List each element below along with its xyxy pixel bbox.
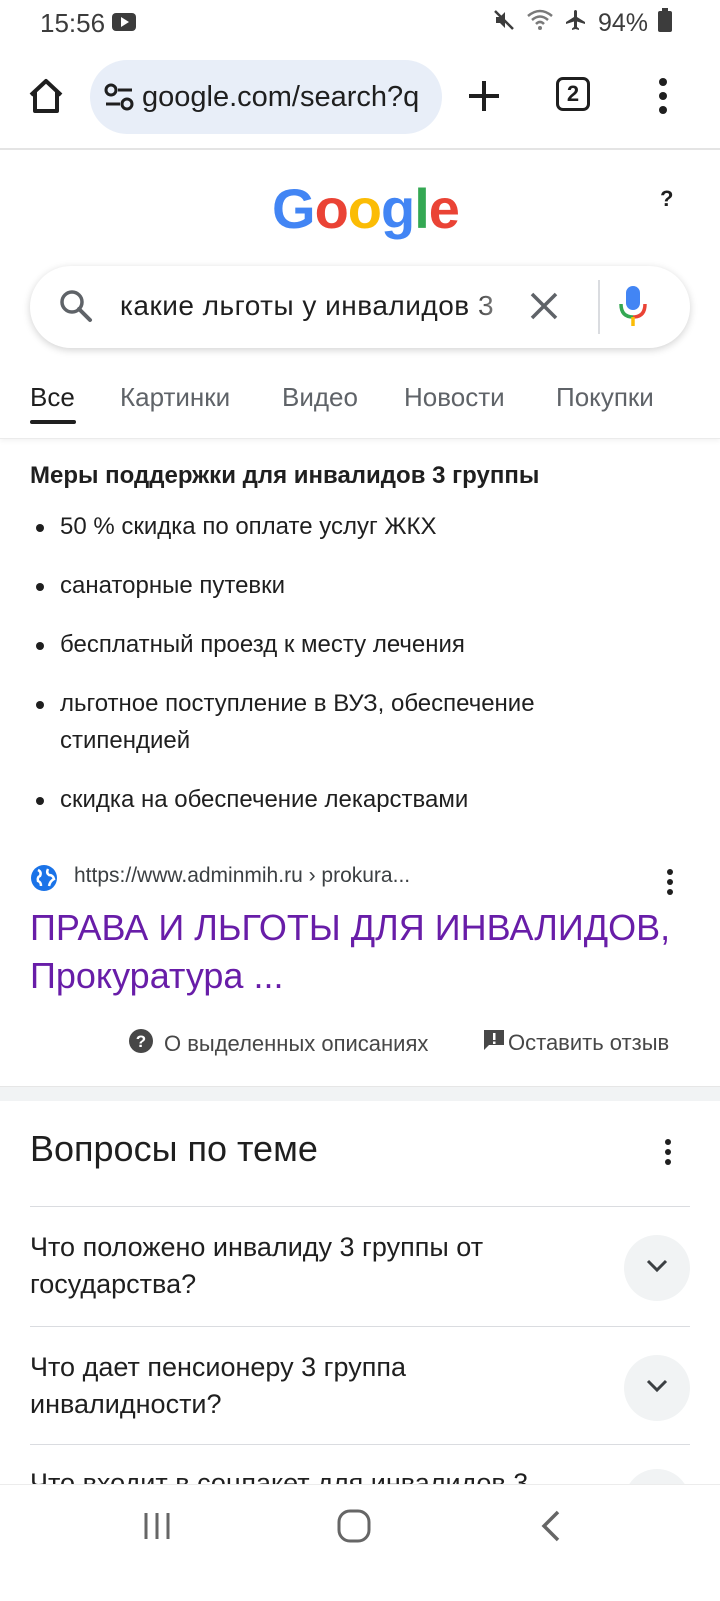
feedback-label: Оставить отзыв — [508, 1030, 670, 1055]
address-bar[interactable]: google.com/search?q — [90, 60, 442, 134]
search-divider — [598, 280, 600, 334]
logo-letter: e — [428, 177, 460, 240]
site-settings-icon[interactable] — [104, 83, 134, 111]
back-icon[interactable] — [540, 1509, 562, 1548]
battery-percent: 94% — [597, 9, 648, 37]
status-time: 15:56 — [40, 8, 106, 38]
expand-button[interactable] — [624, 1355, 690, 1421]
result-title-link[interactable]: ПРАВА И ЛЬГОТЫ ДЛЯ ИНВАЛИДОВ, Прокуратур… — [30, 904, 690, 1000]
question-row[interactable]: Что входит в соцпакет для инвалидов 3 — [30, 1444, 690, 1485]
search-input[interactable]: какие льготы у инвалидов 3 — [120, 290, 530, 322]
home-icon[interactable] — [26, 76, 66, 121]
logo-letter: l — [414, 177, 430, 240]
search-icon — [58, 288, 94, 329]
search-tabs: Все Картинки Видео Новости Покупки — [0, 372, 720, 439]
tab-shopping[interactable]: Покупки — [556, 382, 654, 413]
list-item: санаторные путевки — [30, 567, 670, 604]
logo-letter: o — [347, 177, 382, 240]
active-tab-indicator — [30, 420, 76, 424]
feedback-icon — [482, 1028, 506, 1058]
question-row[interactable]: Что дает пенсионеру 3 группа инвалидност… — [30, 1326, 690, 1445]
logo-letter: G — [272, 177, 316, 240]
list-item: льготное поступление в ВУЗ, обеспечение … — [30, 685, 670, 759]
expand-button[interactable] — [624, 1469, 690, 1485]
wifi-icon — [526, 9, 554, 38]
tab-videos[interactable]: Видео — [282, 382, 358, 413]
google-logo: Google — [272, 176, 460, 241]
feedback-button[interactable]: Оставить отзыв — [482, 1028, 669, 1058]
clear-search-icon[interactable] — [528, 290, 560, 327]
tab-news[interactable]: Новости — [404, 382, 505, 413]
result-more-icon[interactable] — [666, 868, 674, 901]
more-options-icon[interactable] — [658, 76, 668, 121]
globe-icon — [30, 864, 58, 897]
featured-snippet-footer: ? О выделенных описаниях Оставить отзыв — [0, 1024, 720, 1064]
tab-switcher-button[interactable]: 2 — [556, 77, 590, 111]
result-url[interactable]: https://www.adminmih.ru › prokura... — [74, 864, 410, 888]
battery-icon — [658, 8, 672, 39]
svg-text:?: ? — [136, 1032, 146, 1051]
logo-letter: o — [314, 177, 349, 240]
snippet-title: Меры поддержки для инвалидов 3 группы — [30, 462, 540, 489]
tab-all[interactable]: Все — [30, 382, 75, 413]
microphone-icon[interactable] — [618, 284, 648, 333]
about-featured-label: О выделенных описаниях — [164, 1031, 429, 1056]
snippet-list: 50 % скидка по оплате услуг ЖКХ санаторн… — [30, 508, 670, 840]
about-featured-snippets-button[interactable]: ? О выделенных описаниях — [128, 1028, 428, 1060]
recent-apps-icon[interactable] — [142, 1511, 172, 1546]
chevron-down-icon — [645, 1258, 669, 1279]
question-row[interactable]: Что положено инвалиду 3 группы от госуда… — [30, 1206, 690, 1327]
new-tab-icon[interactable] — [466, 78, 502, 119]
question-text: Что дает пенсионеру 3 группа инвалидност… — [30, 1352, 406, 1419]
list-item: 50 % скидка по оплате услуг ЖКХ — [30, 508, 670, 545]
status-bar: 15:56 94% — [0, 0, 720, 46]
section-separator — [0, 1086, 720, 1101]
status-icons: 94% — [492, 8, 672, 39]
help-circle-icon: ? — [128, 1028, 154, 1060]
help-icon[interactable]: ? — [660, 186, 673, 212]
airplane-mode-icon — [564, 8, 588, 39]
related-questions-more-icon[interactable] — [664, 1138, 672, 1171]
logo-letter: g — [381, 177, 415, 240]
system-navigation-bar — [0, 1484, 720, 1601]
youtube-notification-icon — [112, 13, 136, 36]
search-box[interactable]: какие льготы у инвалидов 3 — [30, 266, 690, 348]
home-button-icon[interactable] — [337, 1509, 371, 1548]
expand-button[interactable] — [624, 1235, 690, 1301]
list-item: бесплатный проезд к месту лечения — [30, 626, 670, 663]
url-text: google.com/search?q — [142, 80, 420, 113]
mute-icon — [492, 8, 516, 39]
list-item: скидка на обеспечение лекарствами — [30, 781, 670, 818]
browser-toolbar: google.com/search?q 2 — [0, 52, 720, 150]
chevron-down-icon — [645, 1378, 669, 1399]
question-text: Что положено инвалиду 3 группы от госуда… — [30, 1232, 484, 1299]
question-text: Что входит в соцпакет для инвалидов 3 — [30, 1468, 529, 1485]
tab-images[interactable]: Картинки — [120, 382, 230, 413]
related-questions-title: Вопросы по теме — [30, 1128, 318, 1169]
